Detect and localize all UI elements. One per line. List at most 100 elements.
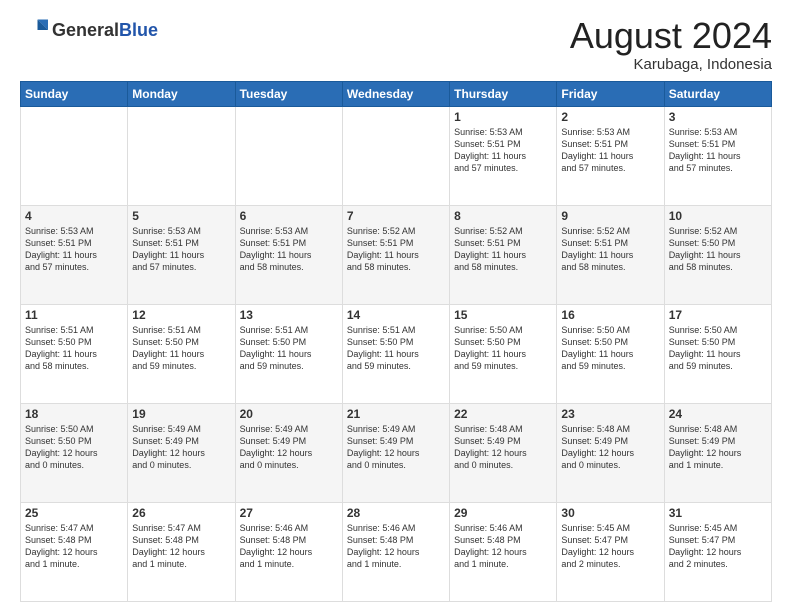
day-number: 3	[669, 110, 767, 124]
calendar-cell: 25 Sunrise: 5:47 AM Sunset: 5:48 PM Dayli…	[21, 502, 128, 601]
logo: GeneralBlue	[20, 16, 158, 44]
day-number: 17	[669, 308, 767, 322]
day-number: 7	[347, 209, 445, 223]
calendar-cell: 11 Sunrise: 5:51 AM Sunset: 5:50 PM Dayli…	[21, 304, 128, 403]
calendar-week-row: 25 Sunrise: 5:47 AM Sunset: 5:48 PM Dayli…	[21, 502, 772, 601]
day-number: 4	[25, 209, 123, 223]
calendar-cell: 9 Sunrise: 5:52 AM Sunset: 5:51 PM Daylig…	[557, 205, 664, 304]
cell-info: Sunrise: 5:45 AM Sunset: 5:47 PM Dayligh…	[561, 522, 659, 571]
calendar-cell: 23 Sunrise: 5:48 AM Sunset: 5:49 PM Dayli…	[557, 403, 664, 502]
cell-info: Sunrise: 5:50 AM Sunset: 5:50 PM Dayligh…	[25, 423, 123, 472]
cell-info: Sunrise: 5:48 AM Sunset: 5:49 PM Dayligh…	[669, 423, 767, 472]
cell-info: Sunrise: 5:48 AM Sunset: 5:49 PM Dayligh…	[454, 423, 552, 472]
calendar-cell: 1Sunrise: 5:53 AM Sunset: 5:51 PM Daylig…	[450, 106, 557, 205]
day-number: 11	[25, 308, 123, 322]
cell-info: Sunrise: 5:50 AM Sunset: 5:50 PM Dayligh…	[669, 324, 767, 373]
title-section: August 2024 Karubaga, Indonesia	[570, 16, 772, 73]
cell-info: Sunrise: 5:53 AM Sunset: 5:51 PM Dayligh…	[454, 126, 552, 175]
month-title: August 2024	[570, 16, 772, 56]
cell-info: Sunrise: 5:51 AM Sunset: 5:50 PM Dayligh…	[240, 324, 338, 373]
day-number: 2	[561, 110, 659, 124]
day-number: 27	[240, 506, 338, 520]
col-header-saturday: Saturday	[664, 81, 771, 106]
day-number: 10	[669, 209, 767, 223]
calendar-cell: 30 Sunrise: 5:45 AM Sunset: 5:47 PM Dayli…	[557, 502, 664, 601]
calendar-cell: 14 Sunrise: 5:51 AM Sunset: 5:50 PM Dayli…	[342, 304, 449, 403]
calendar-cell: 3 Sunrise: 5:53 AM Sunset: 5:51 PM Daylig…	[664, 106, 771, 205]
calendar-cell: 4 Sunrise: 5:53 AM Sunset: 5:51 PM Daylig…	[21, 205, 128, 304]
day-number: 9	[561, 209, 659, 223]
cell-info: Sunrise: 5:53 AM Sunset: 5:51 PM Dayligh…	[669, 126, 767, 175]
calendar-cell: 21Sunrise: 5:49 AM Sunset: 5:49 PM Dayli…	[342, 403, 449, 502]
day-number: 16	[561, 308, 659, 322]
cell-info: Sunrise: 5:52 AM Sunset: 5:51 PM Dayligh…	[347, 225, 445, 274]
calendar-cell: 27 Sunrise: 5:46 AM Sunset: 5:48 PM Dayli…	[235, 502, 342, 601]
logo-blue: Blue	[119, 20, 158, 40]
col-header-wednesday: Wednesday	[342, 81, 449, 106]
calendar-cell: 16 Sunrise: 5:50 AM Sunset: 5:50 PM Dayli…	[557, 304, 664, 403]
cell-info: Sunrise: 5:52 AM Sunset: 5:50 PM Dayligh…	[669, 225, 767, 274]
cell-info: Sunrise: 5:49 AM Sunset: 5:49 PM Dayligh…	[240, 423, 338, 472]
cell-info: Sunrise: 5:50 AM Sunset: 5:50 PM Dayligh…	[454, 324, 552, 373]
header: GeneralBlue August 2024 Karubaga, Indone…	[20, 16, 772, 73]
day-number: 12	[132, 308, 230, 322]
calendar-cell: 8Sunrise: 5:52 AM Sunset: 5:51 PM Daylig…	[450, 205, 557, 304]
day-number: 28	[347, 506, 445, 520]
cell-info: Sunrise: 5:46 AM Sunset: 5:48 PM Dayligh…	[454, 522, 552, 571]
cell-info: Sunrise: 5:48 AM Sunset: 5:49 PM Dayligh…	[561, 423, 659, 472]
calendar-cell: 20 Sunrise: 5:49 AM Sunset: 5:49 PM Dayli…	[235, 403, 342, 502]
cell-info: Sunrise: 5:52 AM Sunset: 5:51 PM Dayligh…	[561, 225, 659, 274]
logo-general: General	[52, 20, 119, 40]
cell-info: Sunrise: 5:46 AM Sunset: 5:48 PM Dayligh…	[240, 522, 338, 571]
day-number: 30	[561, 506, 659, 520]
calendar-cell	[128, 106, 235, 205]
day-number: 23	[561, 407, 659, 421]
calendar-week-row: 18 Sunrise: 5:50 AM Sunset: 5:50 PM Dayli…	[21, 403, 772, 502]
logo-text: GeneralBlue	[52, 20, 158, 41]
day-number: 20	[240, 407, 338, 421]
cell-info: Sunrise: 5:51 AM Sunset: 5:50 PM Dayligh…	[25, 324, 123, 373]
calendar-cell: 19Sunrise: 5:49 AM Sunset: 5:49 PM Dayli…	[128, 403, 235, 502]
logo-icon	[20, 16, 48, 44]
calendar-cell	[235, 106, 342, 205]
day-number: 15	[454, 308, 552, 322]
cell-info: Sunrise: 5:53 AM Sunset: 5:51 PM Dayligh…	[240, 225, 338, 274]
calendar-cell: 10 Sunrise: 5:52 AM Sunset: 5:50 PM Dayli…	[664, 205, 771, 304]
col-header-thursday: Thursday	[450, 81, 557, 106]
cell-info: Sunrise: 5:53 AM Sunset: 5:51 PM Dayligh…	[25, 225, 123, 274]
cell-info: Sunrise: 5:47 AM Sunset: 5:48 PM Dayligh…	[25, 522, 123, 571]
calendar-cell: 29 Sunrise: 5:46 AM Sunset: 5:48 PM Dayli…	[450, 502, 557, 601]
calendar-header-row: SundayMondayTuesdayWednesdayThursdayFrid…	[21, 81, 772, 106]
cell-info: Sunrise: 5:47 AM Sunset: 5:48 PM Dayligh…	[132, 522, 230, 571]
day-number: 13	[240, 308, 338, 322]
day-number: 14	[347, 308, 445, 322]
calendar-cell: 6 Sunrise: 5:53 AM Sunset: 5:51 PM Daylig…	[235, 205, 342, 304]
cell-info: Sunrise: 5:50 AM Sunset: 5:50 PM Dayligh…	[561, 324, 659, 373]
day-number: 25	[25, 506, 123, 520]
day-number: 21	[347, 407, 445, 421]
calendar-cell: 2 Sunrise: 5:53 AM Sunset: 5:51 PM Daylig…	[557, 106, 664, 205]
day-number: 29	[454, 506, 552, 520]
calendar-cell: 28Sunrise: 5:46 AM Sunset: 5:48 PM Dayli…	[342, 502, 449, 601]
calendar-cell: 12 Sunrise: 5:51 AM Sunset: 5:50 PM Dayli…	[128, 304, 235, 403]
day-number: 22	[454, 407, 552, 421]
cell-info: Sunrise: 5:51 AM Sunset: 5:50 PM Dayligh…	[132, 324, 230, 373]
cell-info: Sunrise: 5:53 AM Sunset: 5:51 PM Dayligh…	[561, 126, 659, 175]
calendar-cell: 15 Sunrise: 5:50 AM Sunset: 5:50 PM Dayli…	[450, 304, 557, 403]
calendar-cell: 24 Sunrise: 5:48 AM Sunset: 5:49 PM Dayli…	[664, 403, 771, 502]
calendar-cell: 5Sunrise: 5:53 AM Sunset: 5:51 PM Daylig…	[128, 205, 235, 304]
location: Karubaga, Indonesia	[570, 56, 772, 73]
calendar-table: SundayMondayTuesdayWednesdayThursdayFrid…	[20, 81, 772, 602]
day-number: 5	[132, 209, 230, 223]
day-number: 26	[132, 506, 230, 520]
day-number: 6	[240, 209, 338, 223]
day-number: 18	[25, 407, 123, 421]
cell-info: Sunrise: 5:51 AM Sunset: 5:50 PM Dayligh…	[347, 324, 445, 373]
cell-info: Sunrise: 5:49 AM Sunset: 5:49 PM Dayligh…	[132, 423, 230, 472]
day-number: 24	[669, 407, 767, 421]
calendar-week-row: 4 Sunrise: 5:53 AM Sunset: 5:51 PM Daylig…	[21, 205, 772, 304]
calendar-cell: 22 Sunrise: 5:48 AM Sunset: 5:49 PM Dayli…	[450, 403, 557, 502]
calendar-week-row: 1Sunrise: 5:53 AM Sunset: 5:51 PM Daylig…	[21, 106, 772, 205]
calendar-cell: 31Sunrise: 5:45 AM Sunset: 5:47 PM Dayli…	[664, 502, 771, 601]
calendar-cell: 13 Sunrise: 5:51 AM Sunset: 5:50 PM Dayli…	[235, 304, 342, 403]
